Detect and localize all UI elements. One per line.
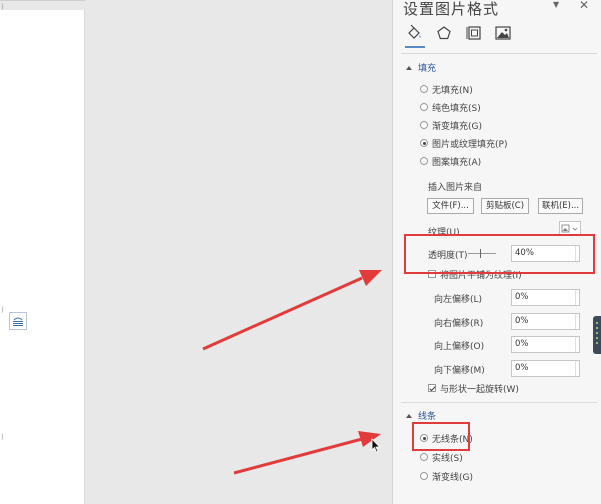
spin-button[interactable] xyxy=(575,314,579,329)
insert-from-label: 插入图片来自 xyxy=(428,183,483,193)
radio-button[interactable] xyxy=(420,103,428,111)
line-header-label: 线条 xyxy=(418,412,437,422)
radio-picture-texture-fill[interactable]: 图片或纹理填充(P) xyxy=(420,137,508,150)
margin-mark: ) xyxy=(1,433,4,441)
offset-right-input[interactable]: 0% xyxy=(511,313,580,330)
spin-button[interactable] xyxy=(575,361,579,376)
selected-tab-indicator xyxy=(405,46,425,48)
tabs-divider xyxy=(401,53,597,54)
document-area: ) ) ) xyxy=(0,0,392,504)
offset-bottom-input[interactable]: 0% xyxy=(511,360,580,377)
radio-button[interactable] xyxy=(420,85,428,93)
radio-button[interactable] xyxy=(420,157,428,165)
spin-button[interactable] xyxy=(575,337,579,352)
layout-options-icon[interactable] xyxy=(9,312,27,330)
radio-button[interactable] xyxy=(420,121,428,129)
radio-label: 渐变填充(G) xyxy=(432,121,482,132)
offset-left-input[interactable]: 0% xyxy=(511,289,580,306)
collapse-triangle-icon xyxy=(406,414,412,418)
tab-layout-properties[interactable] xyxy=(465,24,483,42)
offset-left-value: 0% xyxy=(515,292,529,302)
picture-icon xyxy=(495,26,511,40)
no-line-highlight-box xyxy=(412,422,470,451)
checkbox-label: 与形状一起旋转(W) xyxy=(440,384,519,395)
offset-bottom-label: 向下偏移(M) xyxy=(434,366,485,376)
tab-picture[interactable] xyxy=(494,24,512,42)
radio-button[interactable] xyxy=(420,472,428,480)
offset-top-value: 0% xyxy=(515,339,529,349)
checkbox-checked[interactable] xyxy=(428,384,436,392)
tab-effects[interactable] xyxy=(435,24,453,42)
radio-solid-fill[interactable]: 纯色填充(S) xyxy=(420,101,481,114)
radio-pattern-fill[interactable]: 图案填充(A) xyxy=(420,155,482,168)
fill-header-label: 填充 xyxy=(418,64,437,74)
clipboard-button[interactable]: 剪贴板(C) xyxy=(481,198,529,214)
spin-button[interactable] xyxy=(575,290,579,305)
offset-left-label: 向左偏移(L) xyxy=(434,295,483,305)
margin-mark: ) xyxy=(1,3,4,11)
pentagon-icon xyxy=(437,26,451,40)
pane-close-icon[interactable]: ✕ xyxy=(579,0,589,12)
radio-no-fill[interactable]: 无填充(N) xyxy=(420,83,473,96)
section-divider xyxy=(401,402,597,403)
radio-label: 实线(S) xyxy=(432,453,463,464)
fill-section-header[interactable]: 填充 xyxy=(406,61,436,74)
offset-bottom-value: 0% xyxy=(515,363,529,373)
radio-solid-line[interactable]: 实线(S) xyxy=(420,451,463,464)
pane-options-dropdown-icon[interactable]: ▼ xyxy=(553,0,565,12)
collapse-triangle-icon xyxy=(406,66,412,70)
document-top-edge xyxy=(0,0,85,1)
offset-right-label: 向右偏移(R) xyxy=(434,319,484,329)
radio-gradient-line[interactable]: 渐变线(G) xyxy=(420,470,473,483)
radio-gradient-fill[interactable]: 渐变填充(G) xyxy=(420,119,482,132)
transparency-highlight-box xyxy=(404,234,595,274)
side-scroll-handle[interactable] xyxy=(593,316,601,354)
paint-bucket-icon xyxy=(408,24,421,39)
radio-label: 渐变线(G) xyxy=(432,472,473,483)
file-button[interactable]: 文件(F)... xyxy=(427,198,474,214)
pane-title: 设置图片格式 xyxy=(403,0,500,18)
margin-mark: ) xyxy=(1,306,4,314)
radio-label: 纯色填充(S) xyxy=(432,103,481,114)
offset-top-input[interactable]: 0% xyxy=(511,336,580,353)
radio-button-selected[interactable] xyxy=(420,139,428,147)
tab-fill-line[interactable] xyxy=(405,24,423,42)
rotate-with-shape-checkbox[interactable]: 与形状一起旋转(W) xyxy=(428,382,519,395)
radio-label: 无填充(N) xyxy=(432,85,473,96)
offset-right-value: 0% xyxy=(515,316,529,326)
offset-top-label: 向上偏移(O) xyxy=(434,342,485,352)
document-page[interactable] xyxy=(0,10,85,504)
radio-button[interactable] xyxy=(420,453,428,461)
size-properties-icon xyxy=(466,26,481,40)
radio-label: 图片或纹理填充(P) xyxy=(432,139,508,150)
line-section-header[interactable]: 线条 xyxy=(406,409,436,422)
online-button[interactable]: 联机(E)... xyxy=(538,198,583,214)
radio-label: 图案填充(A) xyxy=(432,157,482,168)
mouse-cursor-icon xyxy=(371,438,381,453)
